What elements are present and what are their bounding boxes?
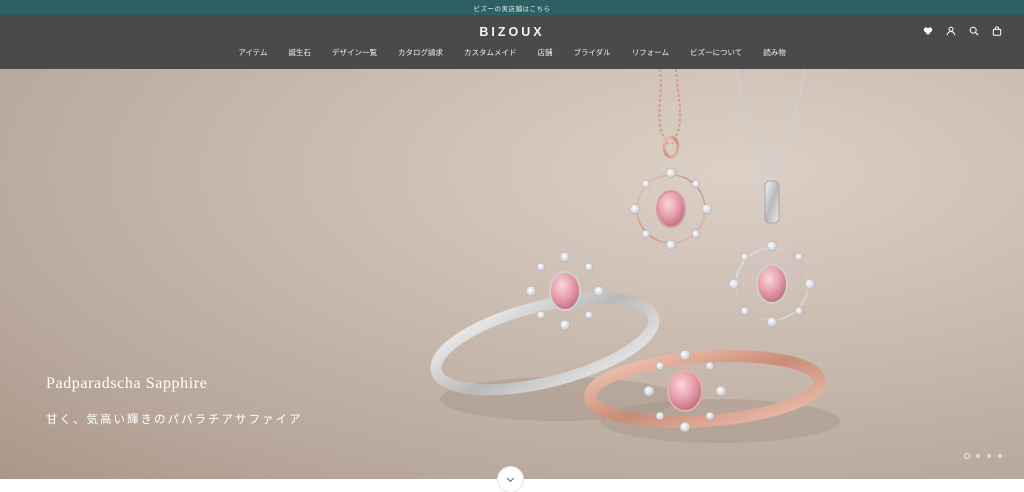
site-header: BIZOUX アイテム 誕生石 デザイン一覧 カタログ請求 カスタムメイド 店舗… [0, 15, 1024, 69]
nav-item-stores[interactable]: 店舗 [537, 47, 552, 58]
scroll-down-button[interactable] [497, 466, 524, 492]
heart-icon[interactable] [923, 26, 933, 36]
nav-item-reform[interactable]: リフォーム [632, 47, 669, 58]
header-icons [923, 26, 1002, 36]
slide-dot-2[interactable] [976, 454, 980, 458]
chevron-down-icon [506, 477, 515, 483]
nav-item-articles[interactable]: 読み物 [763, 47, 786, 58]
slide-indicators [965, 454, 1002, 458]
hero-banner[interactable]: Padparadscha Sapphire 甘く、気高い輝きのパパラチアサファイ… [0, 69, 1024, 479]
announcement-text[interactable]: ビズーの実店舗はこちら [474, 3, 551, 13]
announcement-bar[interactable]: ビズーの実店舗はこちら [0, 0, 1024, 15]
cart-icon[interactable] [992, 26, 1002, 36]
nav-item-items[interactable]: アイテム [238, 47, 267, 58]
hero-title: Padparadscha Sapphire [46, 375, 208, 392]
main-nav: アイテム 誕生石 デザイン一覧 カタログ請求 カスタムメイド 店舗 ブライダル … [0, 47, 1024, 58]
nav-item-designs[interactable]: デザイン一覧 [332, 47, 377, 58]
brand-logo[interactable]: BIZOUX [0, 25, 1024, 39]
account-icon[interactable] [946, 26, 956, 36]
search-icon[interactable] [969, 26, 979, 36]
nav-item-custom-made[interactable]: カスタムメイド [464, 47, 517, 58]
hero-subtitle: 甘く、気高い輝きのパパラチアサファイア [46, 412, 303, 426]
slide-dot-1[interactable] [965, 454, 969, 458]
nav-item-about[interactable]: ビズーについて [690, 47, 742, 58]
nav-item-catalog[interactable]: カタログ請求 [398, 47, 443, 58]
nav-item-bridal[interactable]: ブライダル [573, 47, 610, 58]
nav-item-birthstone[interactable]: 誕生石 [288, 47, 311, 58]
slide-dot-3[interactable] [987, 454, 991, 458]
slide-dot-4[interactable] [998, 454, 1002, 458]
